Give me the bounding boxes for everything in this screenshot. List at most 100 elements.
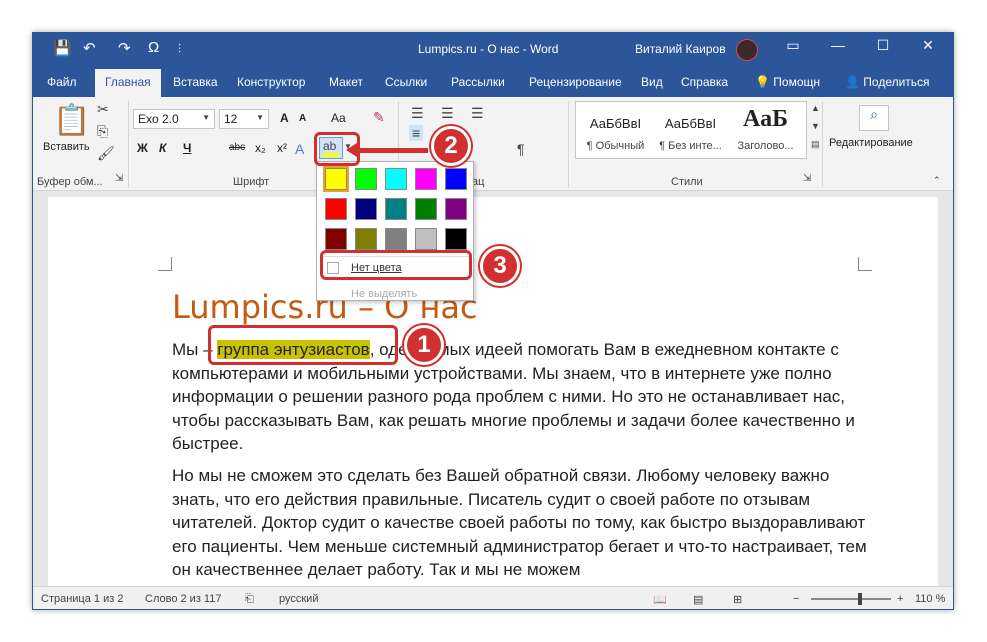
- tab-review[interactable]: Рецензирование: [529, 75, 622, 89]
- tab-mailings[interactable]: Рассылки: [451, 75, 505, 89]
- share-button[interactable]: 👤 Поделиться: [845, 75, 930, 89]
- paste-icon[interactable]: 📋: [53, 103, 90, 138]
- highlight-color-palette: Нет цвета Не выделять: [316, 161, 474, 301]
- chevron-up-icon[interactable]: ▲: [811, 103, 820, 113]
- color-swatch[interactable]: [325, 198, 347, 220]
- superscript-button[interactable]: x²: [277, 141, 287, 155]
- read-mode-icon[interactable]: 📖: [653, 593, 667, 606]
- format-painter-icon[interactable]: 🖌: [97, 145, 115, 162]
- window-title: Lumpics.ru - О нас - Word: [418, 42, 559, 56]
- divider: [568, 101, 569, 187]
- callout-badge-1: 1: [404, 325, 444, 365]
- omega-icon[interactable]: Ω: [148, 39, 159, 56]
- zoom-in-button[interactable]: +: [897, 593, 903, 605]
- bold-button[interactable]: Ж: [137, 141, 148, 155]
- font-size-combo[interactable]: 12 ▼: [219, 109, 269, 129]
- color-swatch[interactable]: [415, 168, 437, 190]
- change-case-button[interactable]: Aa: [331, 111, 346, 125]
- style-no-spacing[interactable]: АаБбВвІ ¶ Без инте...: [653, 102, 728, 158]
- tab-tell-me[interactable]: 💡 Помощн: [755, 75, 820, 89]
- color-swatch[interactable]: [385, 168, 407, 190]
- page-count[interactable]: Страница 1 из 2: [41, 593, 123, 605]
- strikethrough-button[interactable]: abc: [229, 142, 245, 153]
- text-effects-icon[interactable]: A: [295, 141, 304, 157]
- chevron-down-icon[interactable]: ▼: [811, 121, 820, 131]
- minimize-button[interactable]: —: [818, 37, 858, 53]
- callout-box-1: [208, 325, 398, 365]
- style-sample: АаБ: [743, 106, 788, 132]
- undo-icon[interactable]: ↶: [83, 39, 96, 57]
- title-bar: 💾 ↶ ↷ Ω ⫶ Lumpics.ru - О нас - Word Вита…: [33, 33, 953, 67]
- cut-icon[interactable]: ✂: [97, 101, 109, 118]
- margin-mark: [858, 257, 872, 271]
- shrink-font-button[interactable]: A: [299, 113, 306, 124]
- stop-highlighting-option[interactable]: Не выделять: [351, 288, 417, 300]
- style-name: ¶ Без инте...: [659, 140, 722, 152]
- pilcrow-icon[interactable]: ¶: [517, 141, 525, 157]
- print-layout-icon[interactable]: ▤: [693, 593, 703, 606]
- tab-insert[interactable]: Вставка: [173, 75, 218, 89]
- zoom-slider-handle[interactable]: [858, 593, 862, 605]
- word-count[interactable]: Слово 2 из 117: [145, 593, 221, 605]
- more-styles-icon[interactable]: ▤: [811, 139, 820, 150]
- multilevel-icon[interactable]: ☰: [471, 105, 484, 122]
- avatar[interactable]: [736, 39, 758, 61]
- redo-icon[interactable]: ↷: [118, 39, 131, 57]
- tab-file[interactable]: Файл: [47, 75, 77, 89]
- clear-format-icon[interactable]: ✎: [373, 109, 385, 126]
- zoom-level[interactable]: 110 %: [915, 593, 945, 605]
- copy-icon[interactable]: ⎘: [97, 123, 108, 140]
- search-icon[interactable]: ⌕: [859, 105, 889, 131]
- color-swatch[interactable]: [415, 228, 437, 250]
- callout-badge-3: 3: [480, 246, 520, 286]
- color-swatch[interactable]: [445, 198, 467, 220]
- styles-launcher-icon[interactable]: ⇲: [803, 173, 811, 184]
- numbering-icon[interactable]: ☰: [441, 105, 454, 122]
- margin-mark: [158, 257, 172, 271]
- bullets-icon[interactable]: ☰: [411, 105, 424, 122]
- color-swatch[interactable]: [355, 168, 377, 190]
- tab-references[interactable]: Ссылки: [385, 75, 427, 89]
- color-swatch[interactable]: [445, 168, 467, 190]
- zoom-out-button[interactable]: −: [793, 593, 799, 605]
- style-heading[interactable]: АаБ Заголово...: [728, 102, 803, 158]
- paragraph-2[interactable]: Но мы не сможем это сделать без Вашей об…: [172, 464, 872, 582]
- color-swatch[interactable]: [355, 198, 377, 220]
- editing-button[interactable]: Редактирование: [829, 137, 913, 149]
- color-swatch[interactable]: [323, 166, 349, 192]
- web-layout-icon[interactable]: ⊞: [733, 593, 742, 606]
- tab-home[interactable]: Главная: [95, 69, 161, 97]
- save-icon[interactable]: 💾: [53, 39, 72, 57]
- style-normal[interactable]: АаБбВвІ ¶ Обычный: [578, 102, 653, 158]
- font-name-combo[interactable]: Exo 2.0 ▼: [133, 109, 215, 129]
- zoom-slider[interactable]: [811, 598, 891, 600]
- color-swatch[interactable]: [325, 228, 347, 250]
- clipboard-launcher-icon[interactable]: ⇲: [115, 173, 123, 184]
- paste-button-label[interactable]: Вставить: [43, 141, 90, 153]
- arrow-line: [358, 148, 428, 153]
- language[interactable]: русский: [279, 593, 318, 605]
- grow-font-button[interactable]: A: [280, 111, 289, 125]
- ribbon-display-icon[interactable]: ▭: [773, 37, 813, 54]
- tab-design[interactable]: Конструктор: [237, 75, 305, 89]
- user-name[interactable]: Виталий Каиров: [635, 42, 726, 56]
- restore-button[interactable]: ☐: [863, 37, 903, 54]
- tab-layout[interactable]: Макет: [329, 75, 363, 89]
- tab-view[interactable]: Вид: [641, 75, 663, 89]
- subscript-button[interactable]: x₂: [255, 141, 266, 155]
- color-swatch[interactable]: [385, 228, 407, 250]
- color-swatch[interactable]: [385, 198, 407, 220]
- align-left-icon[interactable]: ≡: [409, 125, 424, 141]
- color-swatch[interactable]: [415, 198, 437, 220]
- tab-help[interactable]: Справка: [681, 75, 728, 89]
- styles-gallery: АаБбВвІ ¶ Обычный АаБбВвІ ¶ Без инте... Аа…: [575, 101, 807, 159]
- color-swatch[interactable]: [445, 228, 467, 250]
- collapse-ribbon-icon[interactable]: ⌃: [933, 175, 941, 186]
- ribbon-home: 📋 Вставить ✂ ⎘ 🖌 Буфер обм... ⇲ Exo 2.0 ▼…: [33, 97, 953, 191]
- underline-button[interactable]: Ч: [183, 141, 191, 155]
- close-button[interactable]: ✕: [908, 37, 948, 54]
- italic-button[interactable]: К: [159, 141, 166, 155]
- proofing-icon[interactable]: ⎗: [245, 593, 254, 606]
- customize-icon[interactable]: ⫶: [178, 42, 181, 57]
- color-swatch[interactable]: [355, 228, 377, 250]
